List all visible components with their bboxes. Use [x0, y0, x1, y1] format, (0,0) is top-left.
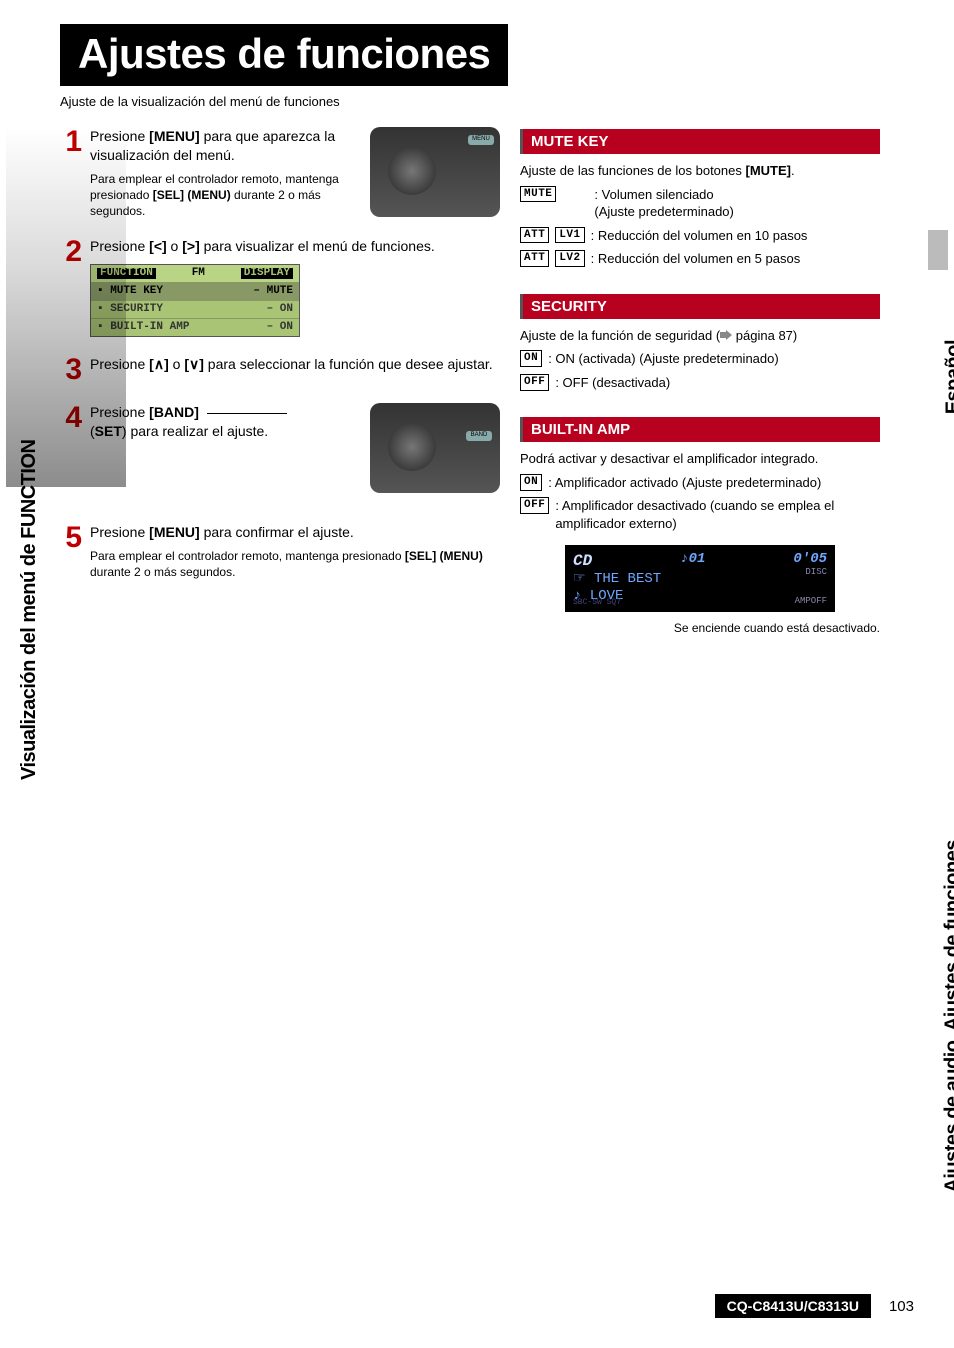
page-ref-arrow-icon — [720, 330, 732, 340]
option-text: (Ajuste predeterminado) — [594, 204, 733, 219]
key-down: [∨] — [184, 356, 204, 372]
step-note: Para emplear el controlador remoto, mant… — [90, 549, 405, 563]
section-intro: Podrá activar y desactivar el amplificad… — [520, 450, 880, 468]
page-title: Ajustes de funciones — [60, 24, 508, 86]
leader-line — [207, 413, 287, 414]
key-left: [<] — [149, 238, 167, 254]
unit-menu-button-icon: MENU — [468, 135, 494, 145]
lcd-chip-off: OFF — [520, 374, 549, 391]
option-text: : Reducción del volumen en 10 pasos — [591, 227, 808, 245]
key-sel-menu: [SEL] (MENU) — [405, 549, 483, 563]
section-security: SECURITY Ajuste de la función de segurid… — [520, 294, 880, 392]
lcd-chip-att: ATT — [520, 227, 549, 244]
lcd-chip-on: ON — [520, 474, 542, 491]
step-text: para visualizar el menú de funciones. — [200, 238, 435, 254]
step-text: para confirmar el ajuste. — [200, 524, 354, 540]
lcd-disc-label: DISC — [805, 567, 827, 578]
step-2: 2 Presione [<] o [>] para visualizar el … — [60, 237, 500, 337]
lcd-header-display: DISPLAY — [241, 268, 293, 279]
section-built-in-amp: BUILT-IN AMP Podrá activar y desactivar … — [520, 417, 880, 635]
page-number: 103 — [889, 1298, 914, 1315]
side-tab-section: Ajustes de audio, Ajustes de funciones — [942, 840, 954, 1193]
section-intro: página 87) — [732, 328, 797, 343]
key-menu: [MENU] — [149, 128, 200, 144]
key-menu: [MENU] — [149, 524, 200, 540]
gradient-bar — [6, 127, 126, 487]
lcd-header-fm: FM — [192, 268, 205, 279]
key-up: [∧] — [149, 356, 169, 372]
step-text: o — [169, 356, 185, 372]
option-text: : Volumen silenciado — [594, 187, 713, 202]
lcd-chip-lv2: LV2 — [555, 250, 584, 267]
cd-lcd-display: CD ♪01 0'05 DISC ☞ THE BEST ♪ LOVE SBC-S… — [565, 545, 835, 612]
side-tab-marker — [928, 230, 948, 270]
lcd-chip-on: ON — [520, 350, 542, 367]
section-heading: MUTE KEY — [520, 129, 880, 154]
side-tab-left-label: Visualización del menú de FUNCTION — [18, 440, 41, 780]
step-4: 4 Presione [BAND] (SET) para realizar el… — [60, 403, 500, 493]
option-text: : Reducción del volumen en 5 pasos — [591, 250, 801, 268]
section-heading: BUILT-IN AMP — [520, 417, 880, 442]
step-text: para seleccionar la función que desee aj… — [204, 356, 493, 372]
model-number: CQ-C8413U/C8313U — [715, 1294, 871, 1318]
lcd-value: – ON — [267, 304, 293, 315]
key-mute: [MUTE] — [745, 163, 791, 178]
page-footer: CQ-C8413U/C8313U 103 — [60, 1294, 914, 1318]
step-5: 5 Presione [MENU] para confirmar el ajus… — [60, 523, 500, 580]
option-text: : Amplificador desactivado (cuando se em… — [555, 497, 880, 532]
lcd-cd-label: CD — [573, 551, 592, 571]
lcd-value: – MUTE — [253, 286, 293, 297]
lcd-track: ♪01 — [680, 551, 705, 571]
page-subtitle: Ajuste de la visualización del menú de f… — [60, 94, 914, 109]
lcd-line: ☞ THE BEST — [573, 571, 827, 589]
key-right: [>] — [182, 238, 200, 254]
lcd-sbc: SBC-SW SQ7 — [573, 598, 621, 608]
lcd-chip-off: OFF — [520, 497, 549, 514]
step-text: ) para realizar el ajuste. — [122, 423, 268, 439]
section-intro: . — [791, 163, 795, 178]
section-intro: Ajuste de las funciones de los botones — [520, 163, 745, 178]
lcd-value: – ON — [267, 322, 293, 333]
step-3: 3 Presione [∧] o [∨] para seleccionar la… — [60, 355, 500, 385]
step-number: 5 — [60, 523, 82, 580]
step-text: Presione — [90, 524, 149, 540]
section-intro: Ajuste de la función de seguridad ( — [520, 328, 720, 343]
unit-band-button-icon: BAND — [466, 431, 492, 441]
lcd-chip-lv1: LV1 — [555, 227, 584, 244]
step-1: 1 Presione [MENU] para que aparezca la v… — [60, 127, 500, 219]
step-text: o — [167, 238, 183, 254]
section-heading: SECURITY — [520, 294, 880, 319]
lcd-ampoff: AMPOFF — [795, 596, 827, 607]
lcd-chip-mute: MUTE — [520, 186, 556, 203]
option-text: : Amplificador activado (Ajuste predeter… — [548, 474, 821, 492]
option-text: : OFF (desactivada) — [555, 374, 670, 392]
key-band: [BAND] — [149, 404, 199, 420]
lcd-chip-att: ATT — [520, 250, 549, 267]
head-unit-illustration: BAND — [370, 403, 500, 493]
option-text: : ON (activada) (Ajuste predeterminado) — [548, 350, 778, 368]
section-mute-key: MUTE KEY Ajuste de las funciones de los … — [520, 129, 880, 268]
head-unit-illustration: MENU — [370, 127, 500, 217]
step-note: durante 2 o más segundos. — [90, 565, 235, 579]
side-tab-language: Español — [942, 340, 954, 414]
key-sel-menu: [SEL] (MENU) — [153, 188, 231, 202]
display-caption: Se enciende cuando está desactivado. — [520, 620, 880, 636]
